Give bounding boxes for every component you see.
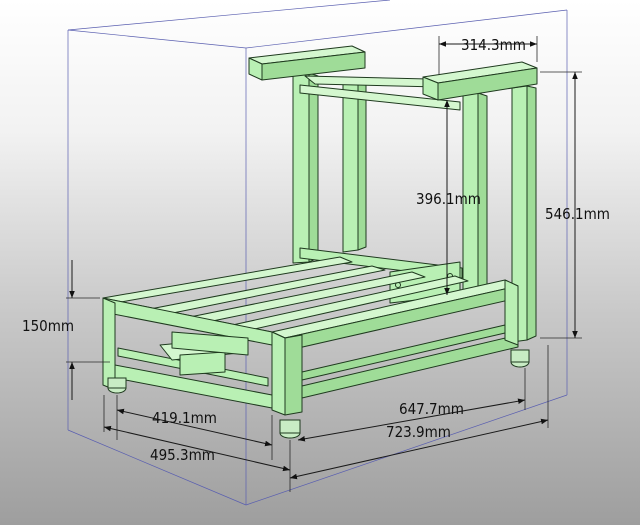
frame-3d-view[interactable]: 314.3mm 396.1mm 546.1mm 150mm 419.1mm 49… — [0, 0, 640, 525]
dim-upright-height: 396.1mm — [416, 190, 481, 208]
dim-outer-length: 723.9mm — [386, 423, 451, 441]
dim-base-height: 150mm — [22, 317, 74, 335]
base-frame[interactable] — [102, 256, 519, 416]
cad-viewport[interactable]: 314.3mm 396.1mm 546.1mm 150mm 419.1mm 49… — [0, 0, 640, 525]
dim-inner-length: 647.7mm — [399, 400, 464, 418]
dim-top-width: 314.3mm — [461, 36, 526, 54]
dim-outer-width: 495.3mm — [150, 446, 215, 464]
dim-total-height: 546.1mm — [545, 205, 610, 223]
dim-inner-width: 419.1mm — [152, 409, 217, 427]
